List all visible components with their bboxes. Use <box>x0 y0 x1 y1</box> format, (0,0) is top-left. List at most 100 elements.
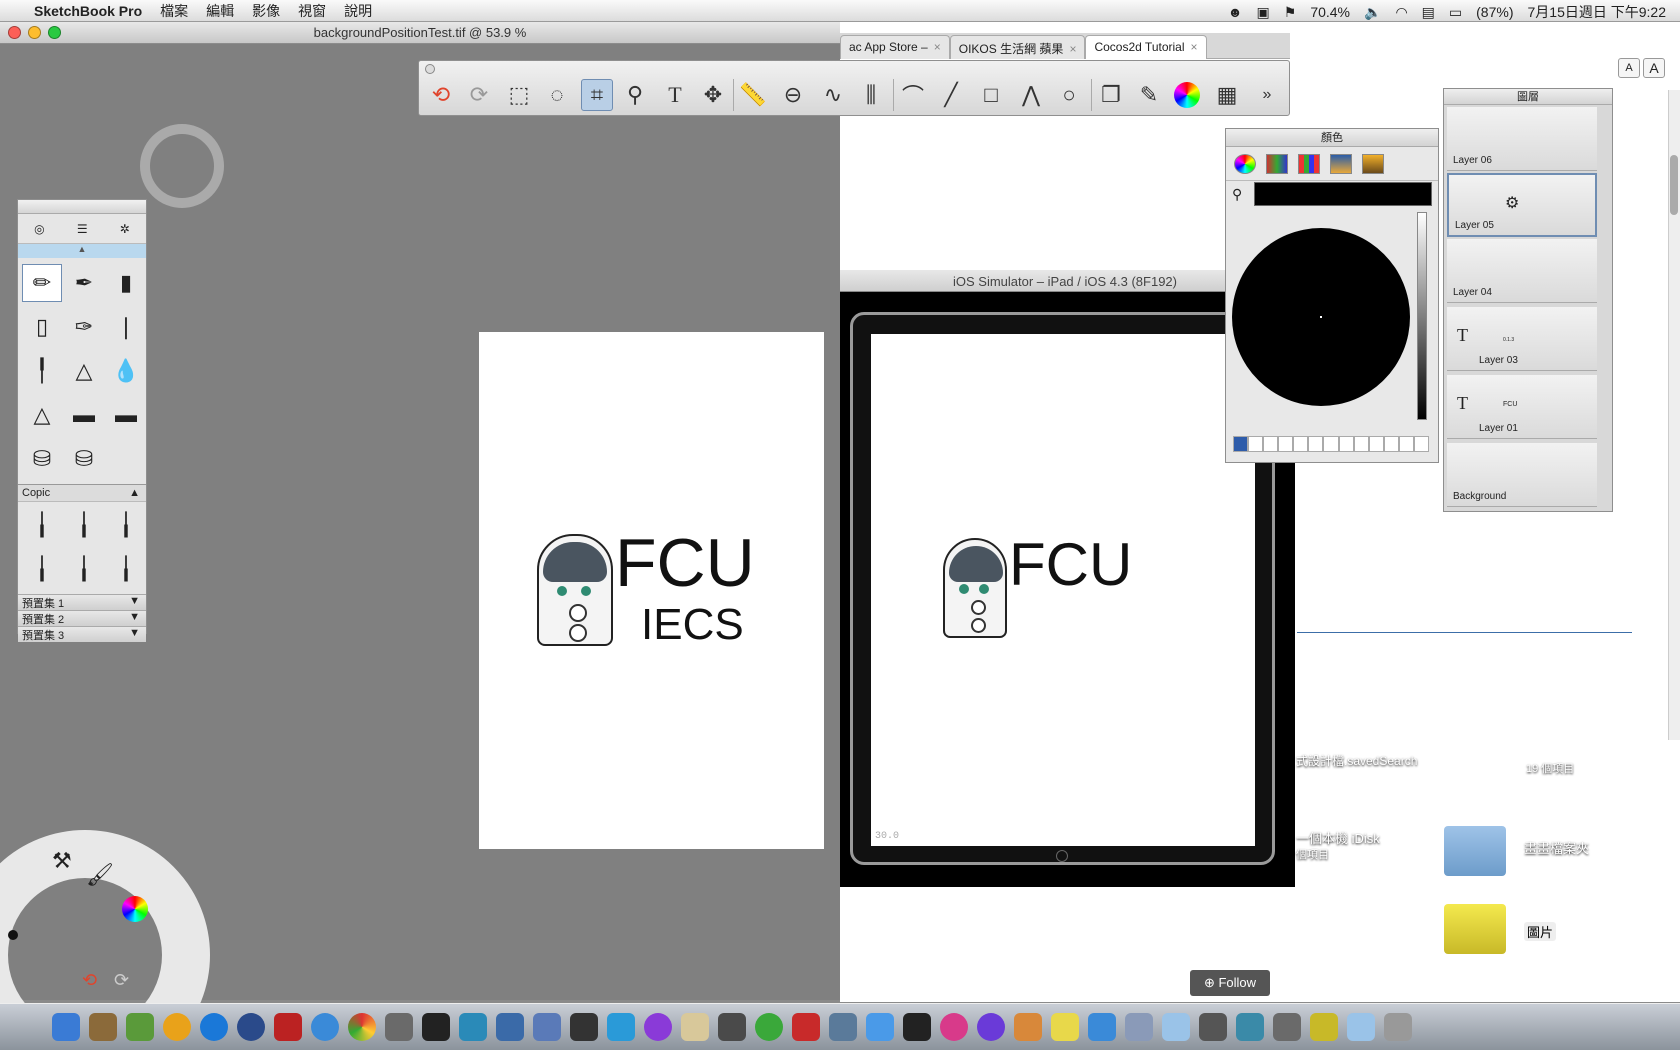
battery-percent[interactable]: 70.4% <box>1310 4 1350 20</box>
rect-select-icon[interactable]: ⬚ <box>503 79 535 111</box>
color-wheel-icon[interactable] <box>122 896 148 922</box>
zoom-ring-icon[interactable] <box>140 124 224 208</box>
app-icon[interactable] <box>644 1013 672 1041</box>
app-icon[interactable] <box>903 1013 931 1041</box>
volume-icon[interactable]: 🔈 <box>1364 4 1381 21</box>
wifi-icon[interactable]: ◠ <box>1395 4 1407 21</box>
app-store-icon[interactable] <box>200 1013 228 1041</box>
folder-icon[interactable] <box>1125 1013 1153 1041</box>
brush-library-icon[interactable]: ◎ <box>34 222 44 236</box>
move-icon[interactable]: ✥ <box>697 79 729 111</box>
copic-marker-icon[interactable]: ╽ <box>106 506 146 544</box>
bookmark-icon[interactable]: ⚑ <box>1284 4 1297 21</box>
layer-background[interactable]: Background <box>1447 443 1597 507</box>
hard-eraser-icon[interactable]: ▬ <box>106 396 146 434</box>
app-icon[interactable] <box>940 1013 968 1041</box>
color-panel-title[interactable]: 顏色 <box>1226 129 1438 147</box>
app-menu[interactable]: SketchBook Pro <box>34 3 142 19</box>
collapse-icon[interactable]: ▲ <box>129 487 140 499</box>
line-icon[interactable]: ╱ <box>935 79 967 111</box>
app-icon[interactable] <box>570 1013 598 1041</box>
home-button[interactable] <box>1056 850 1068 862</box>
finder-icon[interactable] <box>52 1013 80 1041</box>
scroll-up-icon[interactable]: ▲ <box>18 244 146 258</box>
folder-icon[interactable] <box>1236 1013 1264 1041</box>
layer-01[interactable]: T FCU Layer 01 <box>1447 375 1597 439</box>
crayons-tab-icon[interactable] <box>1362 153 1384 174</box>
app-icon[interactable] <box>866 1013 894 1041</box>
copic-section[interactable]: Copic ▲ <box>18 484 146 502</box>
zoom-icon[interactable]: ⚲ <box>619 79 651 111</box>
preview-icon[interactable] <box>89 1013 117 1041</box>
xcode-icon[interactable] <box>126 1013 154 1041</box>
fill-bucket-icon[interactable]: ⛁ <box>22 440 62 478</box>
tab-app-store[interactable]: ac App Store – × <box>840 35 950 59</box>
water-brush-icon[interactable]: 💧 <box>106 352 146 390</box>
lasso-icon[interactable]: ◌ <box>541 79 573 111</box>
marker-brush-icon[interactable]: ▮ <box>106 264 146 302</box>
smudge-brush-icon[interactable]: △ <box>22 396 62 434</box>
ipad-screen[interactable]: FCU 30.0 <box>871 334 1255 846</box>
close-tab-icon[interactable]: × <box>934 40 941 54</box>
swatch[interactable] <box>1383 436 1399 452</box>
copic-marker-icon[interactable]: ╽ <box>106 550 146 588</box>
folder-label[interactable]: 畫畫檔案夾 <box>1524 838 1589 857</box>
saved-search-label[interactable]: 式設計檔.savedSearch <box>1296 752 1417 769</box>
app-icon[interactable] <box>459 1013 487 1041</box>
preset-2[interactable]: 預置集 2 ▼ <box>18 610 146 626</box>
swatch[interactable] <box>1248 436 1264 452</box>
sliders-tab-icon[interactable] <box>1266 153 1288 174</box>
dictionary-icon[interactable] <box>274 1013 302 1041</box>
folder-icon[interactable] <box>1444 826 1506 876</box>
chevron-down-icon[interactable]: ▼ <box>129 595 140 610</box>
font-smaller-button[interactable]: A <box>1618 58 1640 78</box>
circle-icon[interactable]: ○ <box>1053 79 1085 111</box>
copic-marker-icon[interactable]: ╽ <box>64 506 104 544</box>
text-icon[interactable]: T <box>659 79 691 111</box>
brush-size-dot[interactable] <box>8 930 18 940</box>
app-icon[interactable] <box>496 1013 524 1041</box>
menu-image[interactable]: 影像 <box>252 1 280 21</box>
brush-properties-icon[interactable]: ☰ <box>77 222 88 236</box>
scrollbar-thumb[interactable] <box>1670 155 1678 215</box>
chrome-icon[interactable] <box>348 1013 376 1041</box>
brush-icon[interactable]: 🖌 <box>86 862 114 888</box>
menu-edit[interactable]: 編輯 <box>206 1 234 21</box>
swatch[interactable] <box>1398 436 1414 452</box>
swatch[interactable] <box>1308 436 1324 452</box>
menu-window[interactable]: 視窗 <box>298 1 326 21</box>
layers-panel-title[interactable]: 圖層 <box>1444 89 1612 105</box>
polyline-icon[interactable]: ⋀ <box>1015 79 1047 111</box>
redo-icon[interactable]: ⟳ <box>114 970 129 991</box>
folder-label[interactable]: 圖片 <box>1524 922 1557 941</box>
crop-icon[interactable]: ⌗ <box>581 79 613 111</box>
safari-icon[interactable] <box>311 1013 339 1041</box>
preset-3[interactable]: 預置集 3 ▼ <box>18 626 146 642</box>
terminal-icon[interactable] <box>422 1013 450 1041</box>
folder-icon[interactable] <box>1444 904 1506 954</box>
layer-03[interactable]: T 0.1.3 Layer 03 <box>1447 307 1597 371</box>
app-icon[interactable] <box>755 1013 783 1041</box>
layer-04[interactable]: Layer 04 <box>1447 239 1597 303</box>
follow-button[interactable]: ⊕ Follow <box>1190 970 1270 996</box>
search-icon[interactable]: ⚲ <box>1232 186 1242 203</box>
pencil-brush-icon[interactable]: ✏ <box>22 264 62 302</box>
app-icon[interactable] <box>533 1013 561 1041</box>
more-tools-icon[interactable]: » <box>1251 79 1283 111</box>
curve-icon[interactable]: ⌒ <box>897 79 929 111</box>
swatch[interactable] <box>1368 436 1384 452</box>
color-wheel[interactable] <box>1232 228 1410 406</box>
ballpoint-brush-icon[interactable]: ✑ <box>64 308 104 346</box>
color-wheel-tab-icon[interactable] <box>1234 153 1256 174</box>
folder-icon[interactable] <box>1199 1013 1227 1041</box>
flag-icon[interactable]: ▤ <box>1422 4 1435 21</box>
rectangle-icon[interactable]: □ <box>975 79 1007 111</box>
airbrush-icon[interactable]: △ <box>64 352 104 390</box>
copic-marker-icon[interactable]: ╽ <box>64 550 104 588</box>
itunes-icon[interactable] <box>163 1013 191 1041</box>
felt-brush-icon[interactable]: ▯ <box>22 308 62 346</box>
toolbar-handle[interactable] <box>425 64 435 74</box>
app-icon[interactable] <box>1014 1013 1042 1041</box>
sketchbook-icon[interactable] <box>792 1013 820 1041</box>
brightness-slider[interactable] <box>1417 212 1427 420</box>
